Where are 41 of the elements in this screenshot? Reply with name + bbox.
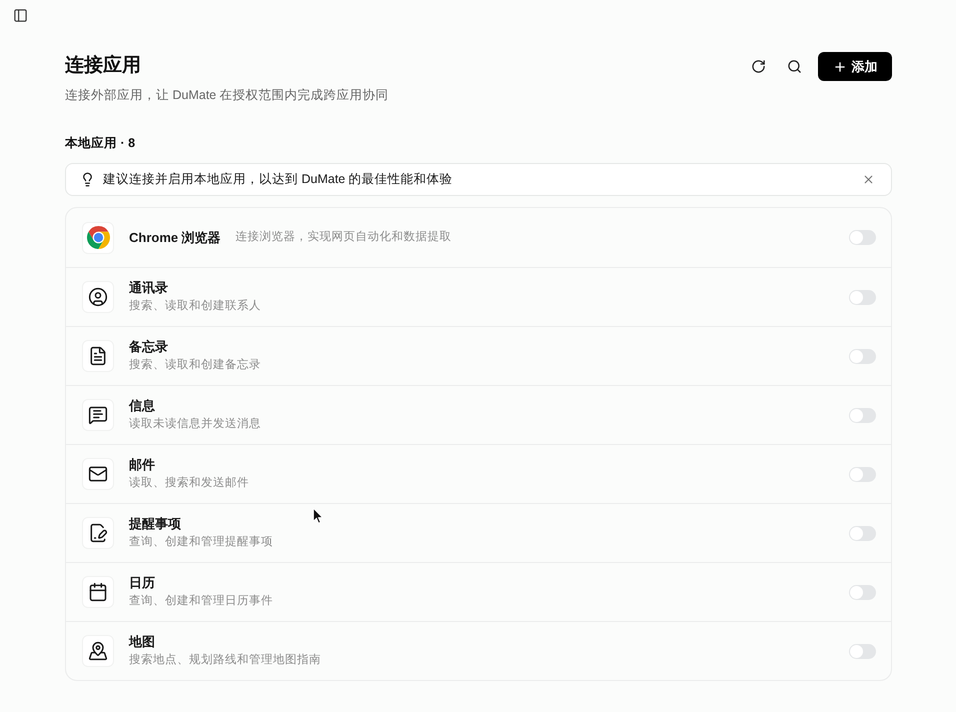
app-name: 信息 bbox=[129, 397, 155, 415]
lightbulb-icon bbox=[80, 172, 95, 187]
calendar-icon bbox=[88, 582, 108, 602]
app-description: 读取、搜索和发送邮件 bbox=[129, 476, 249, 491]
app-description: 搜索地点、规划路线和管理地图指南 bbox=[129, 652, 321, 668]
banner-text: 建议连接并启用本地应用，以达到 DuMate 的最佳性能和体验 bbox=[103, 171, 453, 188]
page-subtitle: 连接外部应用，让 DuMate 在授权范围内完成跨应用协同 bbox=[65, 87, 389, 104]
toggle-switch[interactable] bbox=[849, 466, 876, 482]
toggle-switch[interactable] bbox=[849, 290, 876, 304]
toggle-switch[interactable] bbox=[849, 584, 876, 600]
browser-logo-icon bbox=[86, 226, 110, 249]
toggle-switch[interactable] bbox=[849, 408, 876, 422]
app-description: 查询、创建和管理提醒事项 bbox=[129, 534, 273, 550]
document-pen-icon bbox=[88, 523, 108, 543]
app-name: 通讯录 bbox=[129, 279, 168, 297]
app-description: 连接浏览器，实现网页自动化和数据提取 bbox=[236, 229, 452, 245]
toggle-switch[interactable] bbox=[849, 348, 876, 364]
app-description: 查询、创建和管理日历事件 bbox=[129, 594, 273, 609]
app-name: Chrome 浏览器 bbox=[129, 228, 221, 247]
toggle-switch[interactable] bbox=[849, 644, 876, 658]
app-description: 搜索、读取和创建联系人 bbox=[129, 298, 261, 314]
map-pin-icon bbox=[88, 641, 108, 661]
app-description: 读取未读信息并发送消息 bbox=[129, 416, 261, 432]
app-name: 地图 bbox=[129, 633, 155, 651]
app-name: 备忘录 bbox=[129, 338, 168, 356]
mouse-cursor-icon bbox=[313, 508, 323, 524]
message-icon bbox=[88, 405, 108, 425]
section-heading: 本地应用 · 8 bbox=[65, 135, 136, 152]
plus-icon bbox=[832, 60, 846, 74]
toggle-switch[interactable] bbox=[849, 526, 876, 540]
app-name: 日历 bbox=[129, 574, 155, 592]
envelope-icon bbox=[88, 464, 108, 484]
page-title: 连接应用 bbox=[65, 54, 141, 78]
app-name: 提醒事项 bbox=[129, 515, 181, 533]
sidebar-toggle-icon[interactable] bbox=[12, 7, 29, 24]
user-circle-icon bbox=[88, 287, 108, 307]
toggle-switch[interactable] bbox=[849, 230, 876, 245]
app-name: 邮件 bbox=[129, 456, 155, 474]
document-icon bbox=[88, 346, 108, 366]
add-button[interactable]: 添加 bbox=[818, 52, 892, 81]
app-description: 搜索、读取和创建备忘录 bbox=[129, 357, 261, 373]
